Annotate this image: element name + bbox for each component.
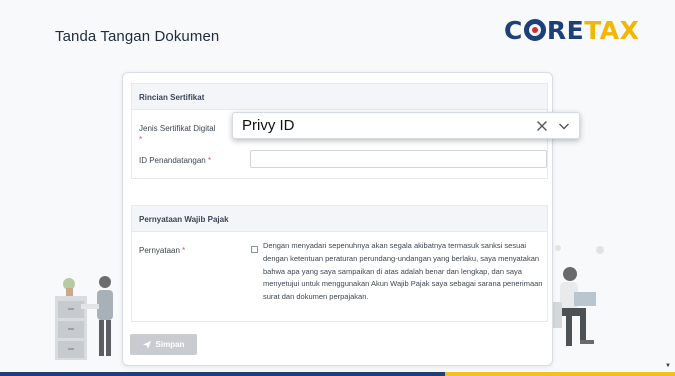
statement-required-mark: * bbox=[182, 246, 186, 255]
save-button-label: Simpan bbox=[155, 340, 185, 349]
logo-text-tax: TAX bbox=[584, 15, 640, 45]
logo-text-c: C bbox=[504, 15, 523, 45]
certificate-type-label-text: Jenis Sertifikat Digital bbox=[139, 124, 216, 133]
filing-cabinet-illustration bbox=[55, 276, 113, 360]
scroll-down-icon[interactable]: ▼ bbox=[665, 363, 671, 369]
page-title: Tanda Tangan Dokumen bbox=[55, 28, 220, 45]
certificate-section-title: Rincian Sertifikat bbox=[132, 84, 547, 110]
close-icon[interactable] bbox=[536, 120, 548, 132]
logo-text-re: RE bbox=[546, 15, 585, 45]
logo-o-mark-icon bbox=[523, 19, 546, 41]
chevron-down-icon[interactable] bbox=[558, 120, 570, 132]
signer-id-label: ID Penandatangan * bbox=[139, 156, 211, 165]
footer-bar-navy bbox=[0, 372, 445, 376]
coretax-logo: C RE TAX bbox=[504, 14, 639, 46]
footer-bar-gold bbox=[445, 372, 675, 376]
statement-text: Dengan menyadari sepenuhnya akan segala … bbox=[263, 241, 543, 302]
send-icon bbox=[142, 340, 151, 349]
footer-accent-bar bbox=[0, 372, 675, 376]
statement-section-title: Pernyataan Wajib Pajak bbox=[132, 206, 547, 232]
signer-id-required-mark: * bbox=[207, 156, 212, 165]
statement-label-text: Pernyataan bbox=[139, 246, 180, 255]
certificate-type-value: Privy ID bbox=[242, 117, 295, 134]
statement-checkbox[interactable] bbox=[251, 246, 258, 253]
certificate-type-select[interactable]: Privy ID bbox=[232, 112, 580, 139]
certificate-type-label: Jenis Sertifikat Digital * bbox=[139, 124, 215, 144]
statement-label: Pernyataan * bbox=[139, 246, 185, 255]
certificate-type-required-mark: * bbox=[139, 135, 143, 144]
signer-id-input[interactable] bbox=[250, 150, 547, 168]
statement-section: Pernyataan Wajib Pajak Pernyataan * Deng… bbox=[131, 205, 548, 322]
save-button[interactable]: Simpan bbox=[130, 334, 197, 355]
signer-id-label-text: ID Penandatangan bbox=[139, 156, 206, 165]
